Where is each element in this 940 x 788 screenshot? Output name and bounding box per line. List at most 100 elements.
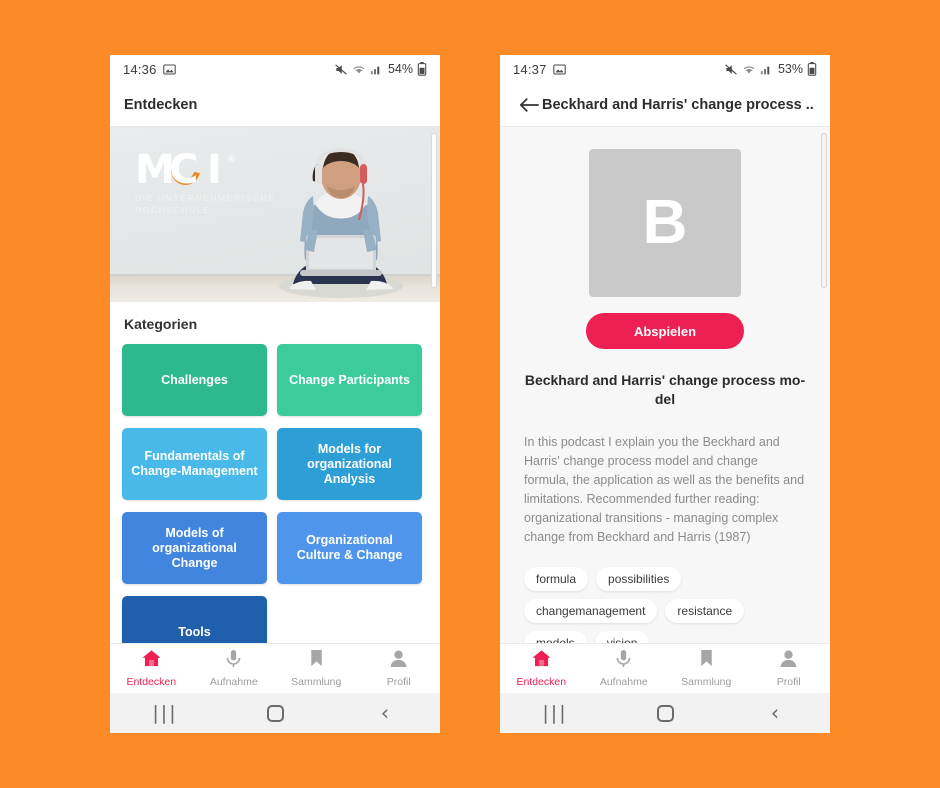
logo-letter-c: C: [169, 147, 199, 193]
status-icons: 54%: [334, 62, 427, 76]
category-tile-label: Organizational Culture & Change: [296, 533, 403, 562]
wifi-icon: [742, 63, 756, 76]
image-icon: [162, 63, 176, 76]
recents-button[interactable]: |||: [135, 693, 195, 733]
play-button-label: Abspielen: [633, 323, 697, 339]
category-tile[interactable]: Tools: [122, 596, 267, 643]
tag-chip[interactable]: changemanagement: [524, 599, 658, 623]
category-tile[interactable]: Organizational Culture & Change: [277, 512, 422, 584]
discover-scroll-area[interactable]: M C I ® DIE UNTERNEHMERISCHE HOCHSCHULE: [110, 127, 440, 643]
nav-item-profil[interactable]: Profil: [358, 649, 441, 688]
nav-item-profil[interactable]: Profil: [748, 649, 831, 688]
nav-item-entdecken[interactable]: Entdecken: [110, 649, 193, 688]
category-tile-label: Challenges: [161, 372, 228, 387]
category-tile-label: Tools: [178, 624, 211, 639]
android-system-bar-left: ||| ‹: [110, 693, 440, 733]
category-tile[interactable]: Change Participants: [277, 344, 422, 416]
wifi-icon: [352, 63, 366, 76]
battery-percent: 54%: [387, 62, 413, 76]
home-icon: [141, 649, 162, 673]
android-system-bar-right: ||| ‹: [500, 693, 830, 733]
category-tile-label: Models of organizational Change: [152, 525, 237, 570]
battery-percent: 53%: [777, 62, 803, 76]
battery-icon: [417, 62, 427, 76]
scrollbar[interactable]: [431, 133, 437, 288]
back-chevron-icon: ‹: [770, 701, 780, 725]
back-button[interactable]: ‹: [745, 693, 805, 733]
logo-letter-i: I: [207, 147, 222, 193]
mute-icon: [334, 63, 348, 76]
home-button[interactable]: [245, 693, 305, 733]
recents-icon: |||: [542, 702, 568, 724]
phone-right: 14:37 53% Beckhard and Harris' change pr…: [500, 55, 830, 733]
nav-item-aufnahme[interactable]: Aufnahme: [583, 649, 666, 688]
podcast-description: In this podcast I explain you the Beckha…: [524, 435, 805, 544]
category-tile-label: Fundamentals of Change-Management: [131, 449, 258, 478]
phone-left: 14:36 54% Entdecken M C I ® DIE UNTERNEH…: [110, 55, 440, 733]
tag-chip[interactable]: resistance: [665, 599, 745, 623]
battery-icon: [807, 62, 817, 76]
nav-item-label: Aufnahme: [599, 676, 648, 688]
person-icon: [388, 649, 409, 673]
tag-chip[interactable]: models: [524, 631, 587, 643]
back-arrow-icon[interactable]: [516, 92, 542, 118]
tag-chip[interactable]: formula: [524, 567, 589, 591]
nav-item-label: Profil: [776, 676, 801, 688]
category-tile[interactable]: Models for organizational Analysis: [277, 428, 422, 500]
bottom-nav-left: Entdecken Aufnahme Sammlung Profil: [110, 643, 440, 693]
status-time: 14:36: [123, 61, 157, 77]
detail-scroll-area[interactable]: B Abspielen Beckhard and Harris' change …: [500, 127, 830, 643]
person-icon: [778, 649, 799, 673]
category-tile[interactable]: Models of organizational Change: [122, 512, 267, 584]
hero-banner: M C I ® DIE UNTERNEHMERISCHE HOCHSCHULE: [110, 127, 440, 302]
tag-chip[interactable]: vision: [594, 631, 650, 643]
nav-item-label: Aufnahme: [209, 676, 258, 688]
nav-item-label: Sammlung: [681, 676, 732, 688]
back-chevron-icon: ‹: [380, 701, 390, 725]
thumbnail-letter: B: [642, 188, 688, 257]
microphone-icon: [613, 649, 634, 673]
scrollbar[interactable]: [821, 133, 827, 288]
recents-icon: |||: [152, 702, 178, 724]
play-button[interactable]: Abspielen: [586, 313, 744, 349]
category-tile[interactable]: Challenges: [122, 344, 267, 416]
nav-item-aufnahme[interactable]: Aufnahme: [193, 649, 276, 688]
status-icons: 53%: [724, 62, 817, 76]
status-bar-left: 14:36 54%: [110, 55, 440, 83]
status-bar-right: 14:37 53%: [500, 55, 830, 83]
home-square-icon: [266, 704, 284, 722]
category-tile-label: Change Participants: [289, 372, 410, 387]
categories-header: Kategorien: [110, 302, 440, 344]
detail-page-title: Beckhard and Harris' change process ...: [542, 96, 814, 113]
home-square-icon: [656, 704, 674, 722]
page-title: Entdecken: [124, 96, 198, 113]
signal-icon: [760, 63, 773, 76]
nav-item-entdecken[interactable]: Entdecken: [500, 649, 583, 688]
category-tile[interactable]: Fundamentals of Change-Management: [122, 428, 267, 500]
category-tile-label: Models for organizational Analysis: [307, 441, 392, 486]
recents-button[interactable]: |||: [525, 693, 585, 733]
bottom-nav-right: Entdecken Aufnahme Sammlung Profil: [500, 643, 830, 693]
tag-chip[interactable]: possibilities: [596, 567, 682, 591]
category-tiles: Challenges Change Participants Fundamental…: [110, 344, 440, 643]
bookmark-icon: [696, 649, 717, 673]
image-icon: [552, 63, 566, 76]
home-icon: [531, 649, 552, 673]
app-bar-discover: Entdecken: [110, 83, 440, 127]
nav-item-label: Entdecken: [126, 676, 177, 688]
bookmark-icon: [306, 649, 327, 673]
nav-item-sammlung[interactable]: Sammlung: [665, 649, 748, 688]
nav-item-label: Entdecken: [516, 676, 567, 688]
home-button[interactable]: [635, 693, 695, 733]
back-button[interactable]: ‹: [355, 693, 415, 733]
app-bar-detail: Beckhard and Harris' change process ...: [500, 83, 830, 127]
nav-item-sammlung[interactable]: Sammlung: [275, 649, 358, 688]
podcast-thumbnail[interactable]: B: [589, 149, 741, 297]
status-time: 14:37: [513, 61, 547, 77]
microphone-icon: [223, 649, 244, 673]
hero-person-photo: [279, 147, 403, 298]
podcast-title: Beckhard and Harris' change process mo-d…: [524, 372, 806, 407]
signal-icon: [370, 63, 383, 76]
nav-item-label: Sammlung: [291, 676, 342, 688]
logo-registered-mark: ®: [228, 154, 235, 164]
